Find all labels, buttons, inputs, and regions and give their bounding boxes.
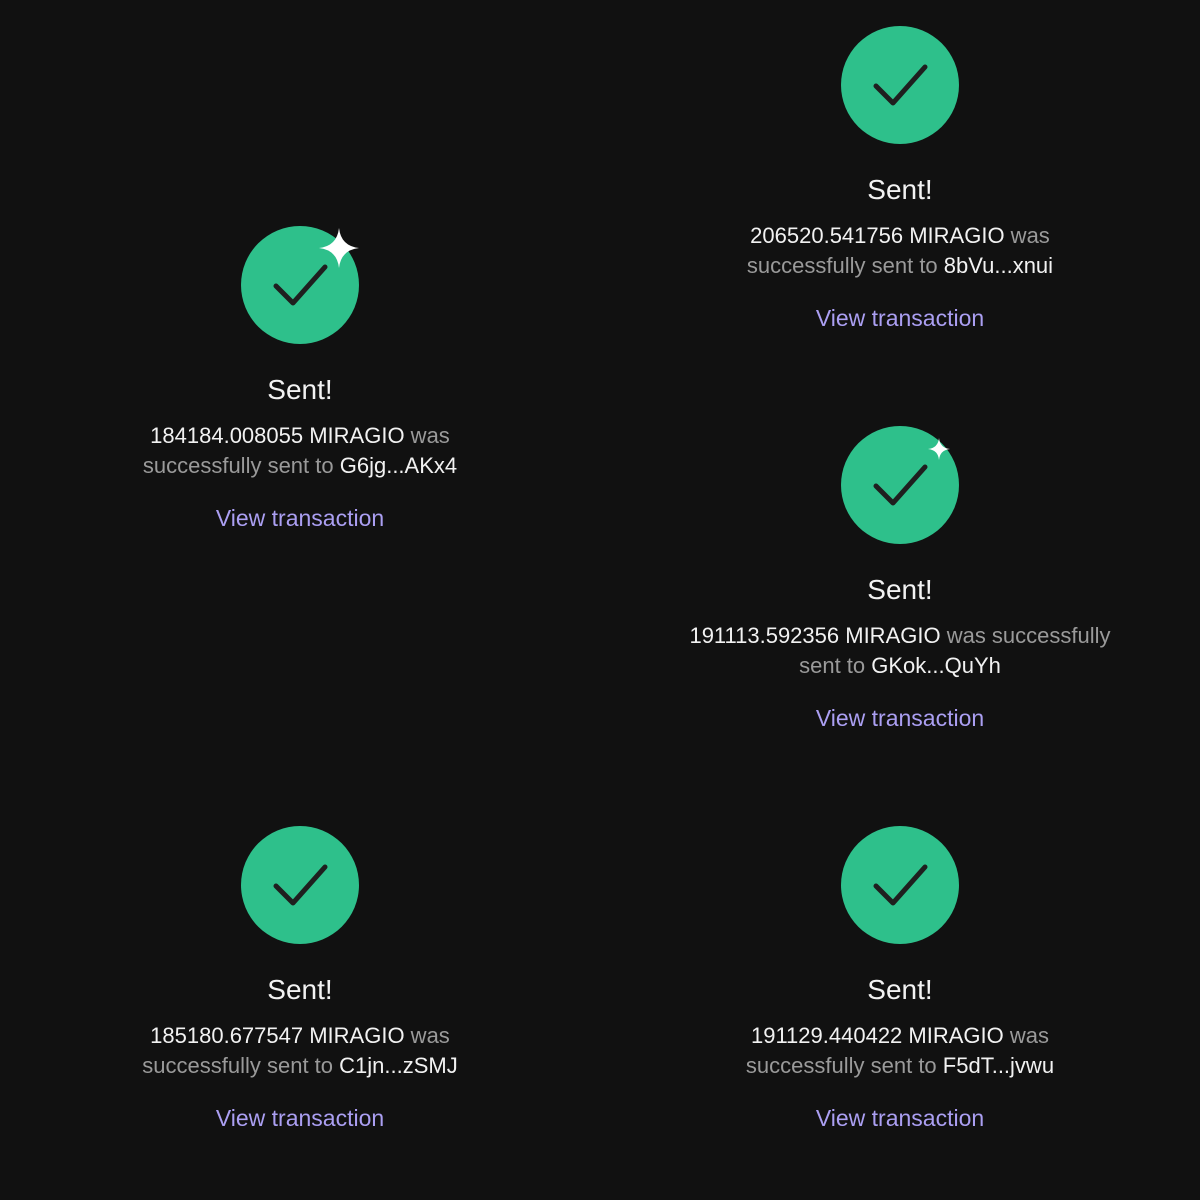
- sent-title: Sent!: [867, 574, 933, 605]
- recipient-address: F5dT...jvwu: [942, 1053, 1055, 1078]
- success-card: Sent! 185180.677547 MIRAGIO was successf…: [0, 826, 600, 1186]
- sent-amount: 191113.592356 MIRAGIO: [689, 623, 941, 648]
- message-text: successfully sent to: [142, 453, 340, 478]
- success-checkmark-icon: [841, 826, 959, 944]
- success-checkmark-icon: [841, 26, 959, 144]
- success-card: Sent! 191129.440422 MIRAGIO was successf…: [600, 826, 1200, 1186]
- sent-message: 206520.541756 MIRAGIO was successfully s…: [600, 221, 1200, 281]
- view-transaction-link[interactable]: View transaction: [0, 1103, 600, 1133]
- sparkle-icon: [928, 438, 950, 460]
- message-text: successfully sent to: [142, 1053, 340, 1078]
- message-text: successfully sent to: [746, 253, 944, 278]
- recipient-address: C1jn...zSMJ: [339, 1053, 458, 1078]
- sent-title: Sent!: [267, 374, 333, 405]
- sent-message: 185180.677547 MIRAGIO was successfully s…: [0, 1021, 600, 1081]
- sent-title: Sent!: [867, 974, 933, 1005]
- view-transaction-link[interactable]: View transaction: [600, 1103, 1200, 1133]
- sent-title: Sent!: [867, 174, 933, 205]
- view-transaction-link[interactable]: View transaction: [0, 503, 600, 533]
- view-transaction-link[interactable]: View transaction: [600, 703, 1200, 733]
- view-transaction-link[interactable]: View transaction: [600, 303, 1200, 333]
- message-text: was: [404, 423, 450, 448]
- message-text: successfully sent to: [745, 1053, 943, 1078]
- sparkle-icon: [319, 228, 359, 268]
- recipient-address: GKok...QuYh: [871, 653, 1001, 678]
- sent-amount: 185180.677547 MIRAGIO: [150, 1023, 405, 1048]
- sent-title: Sent!: [267, 974, 333, 1005]
- sent-message: 191129.440422 MIRAGIO was successfully s…: [600, 1021, 1200, 1081]
- success-checkmark-icon: [241, 826, 359, 944]
- message-text: sent to: [799, 653, 872, 678]
- recipient-address: 8bVu...xnui: [943, 253, 1054, 278]
- sent-amount: 206520.541756 MIRAGIO: [750, 223, 1005, 248]
- sent-amount: 191129.440422 MIRAGIO: [750, 1023, 1004, 1048]
- success-card: Sent! 206520.541756 MIRAGIO was successf…: [600, 26, 1200, 386]
- success-card: Sent! 191113.592356 MIRAGIO was successf…: [600, 426, 1200, 786]
- sent-amount: 184184.008055 MIRAGIO: [150, 423, 405, 448]
- sent-message: 191113.592356 MIRAGIO was successfully s…: [600, 621, 1200, 681]
- recipient-address: G6jg...AKx4: [339, 453, 458, 478]
- sent-message: 184184.008055 MIRAGIO was successfully s…: [0, 421, 600, 481]
- success-card: Sent! 184184.008055 MIRAGIO was successf…: [0, 226, 600, 586]
- message-text: was: [1003, 1023, 1049, 1048]
- message-text: was: [404, 1023, 450, 1048]
- message-text: was: [1004, 223, 1050, 248]
- message-text: was successfully: [940, 623, 1111, 648]
